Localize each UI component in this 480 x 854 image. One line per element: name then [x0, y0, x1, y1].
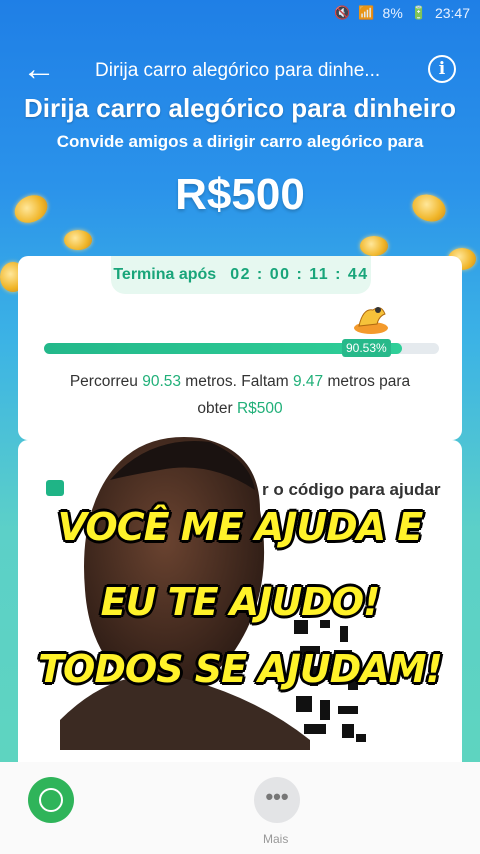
text-middle: metros. Faltam [181, 373, 293, 390]
text-prefix: Percorreu [69, 373, 143, 390]
prize-amount: R$500 [175, 170, 305, 219]
app-bar: ← Dirija carro alegórico para dinhe... i [0, 46, 480, 94]
battery-icon: 🔋 [410, 5, 427, 20]
status-bar: 🔇 📶 8% 🔋 23:47 [0, 0, 480, 26]
hero-headline: Dirija carro alegórico para dinheiro [23, 93, 457, 123]
clock: 23:47 [434, 5, 470, 21]
share-bar: ••• Mais [0, 762, 480, 854]
ends-label: Termina após [113, 266, 217, 283]
wifi-icon: 📶 [358, 5, 375, 20]
progress-card: Termina após 02 : 00 : 11 : 44 90.53% Pe… [18, 256, 462, 440]
caption-line-3: TODOS SE AJUDAM! [38, 647, 443, 691]
back-arrow-icon[interactable]: ← [22, 52, 56, 86]
traveled-meters: 90.53 [142, 373, 181, 390]
more-dots-icon: ••• [265, 784, 289, 809]
mute-icon: 🔇 [334, 5, 351, 20]
countdown-timer: 02 : 00 : 11 : 44 [230, 266, 369, 283]
text-line2-prefix: obter [197, 400, 237, 417]
more-label: Mais [263, 832, 289, 846]
progress-percent-badge: 90.53% [342, 339, 391, 357]
hero-subline: Convide amigos a dirigir carro alegórico… [56, 132, 424, 151]
page-title: Dirija carro alegórico para dinhe... [95, 60, 381, 81]
coin-decoration [64, 230, 92, 250]
caption-line-1: VOCÊ ME AJUDA E [57, 505, 424, 549]
progress-description: Percorreu 90.53 metros. Faltam 9.47 metr… [18, 368, 462, 422]
info-icon[interactable]: i [428, 55, 456, 83]
countdown-box: Termina após 02 : 00 : 11 : 44 [111, 256, 371, 294]
float-car-icon [354, 307, 388, 334]
whatsapp-share-button[interactable] [28, 777, 74, 823]
text-suffix: metros para [323, 373, 411, 390]
coin-decoration [360, 236, 388, 256]
reward-amount: R$500 [236, 400, 283, 417]
caption-line-2: EU TE AJUDO! [100, 580, 381, 624]
more-share-button[interactable]: ••• [254, 777, 300, 823]
remaining-meters: 9.47 [292, 373, 324, 390]
battery-percent: 8% [382, 5, 403, 21]
